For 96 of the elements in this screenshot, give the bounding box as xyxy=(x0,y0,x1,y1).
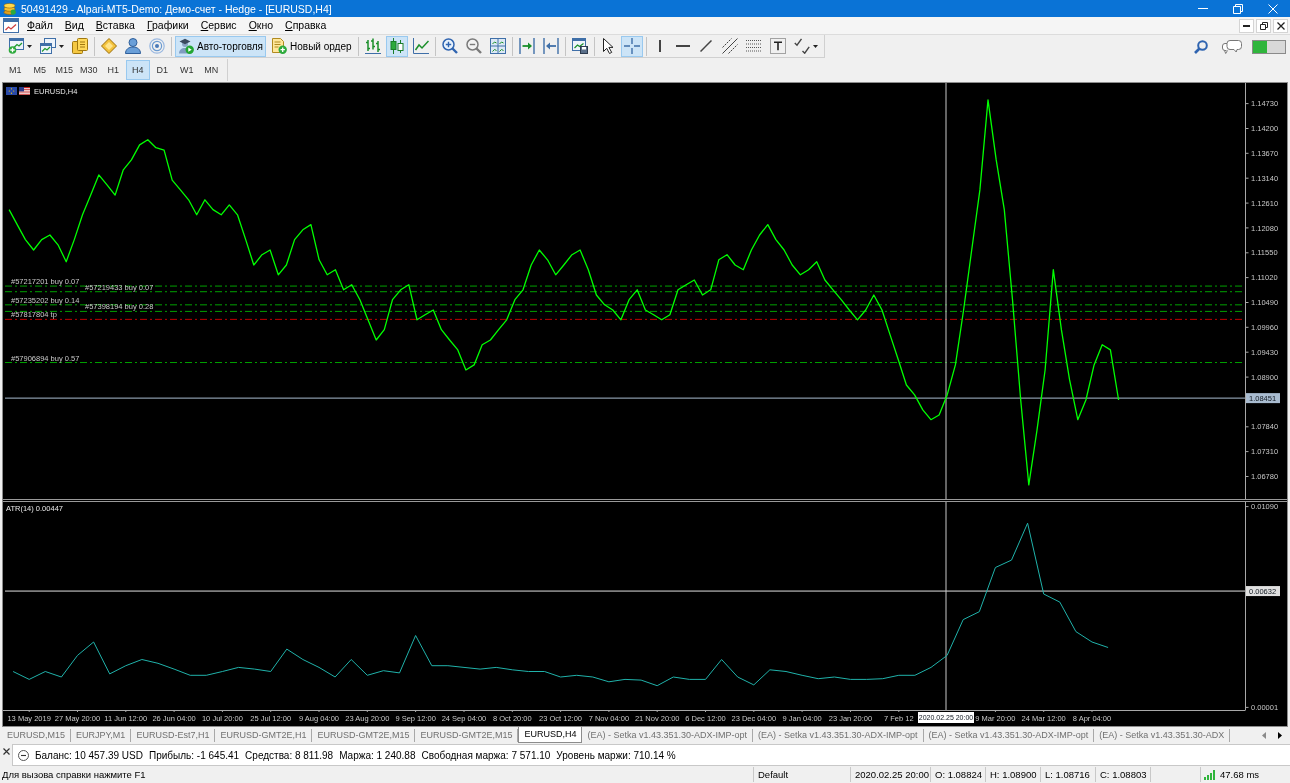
panel-close-icon xyxy=(2,748,10,755)
auto-trading-button[interactable]: Авто-торговля xyxy=(175,35,267,57)
toolbar-button[interactable] xyxy=(122,35,144,57)
profiles-icon xyxy=(40,38,56,54)
chart-tab[interactable]: EURUSD-GMT2E,M15 xyxy=(312,729,416,742)
status-text: Для вызова справки нажмите F1 xyxy=(1,769,147,780)
timeframe-button[interactable]: M5 xyxy=(27,59,52,80)
bar-chart-icon xyxy=(364,38,381,54)
speech-bubbles-icon xyxy=(1222,39,1242,54)
template-icon xyxy=(571,38,588,54)
menu-item[interactable]: Сервис xyxy=(194,18,243,33)
status-text: C: 1.08803 xyxy=(1095,767,1150,782)
candlestick-button[interactable] xyxy=(385,35,408,57)
scroll-right-icon xyxy=(1278,732,1282,739)
horizontal-line-icon xyxy=(676,45,691,47)
candlestick-icon xyxy=(388,38,405,54)
caret-icon xyxy=(812,44,818,48)
timeframe-button[interactable]: H4 xyxy=(125,59,150,80)
menu-item[interactable]: Графики xyxy=(140,18,195,33)
search-icon xyxy=(1193,39,1208,54)
crosshair-icon xyxy=(623,38,640,54)
account-value: Баланс: 10 457.39 USD xyxy=(35,749,143,761)
scroll-left-icon xyxy=(1262,732,1266,739)
zoom-out-icon xyxy=(465,38,482,54)
status-text: O: 1.08824 xyxy=(930,767,985,782)
caret-icon xyxy=(59,44,64,48)
close-button[interactable] xyxy=(1,747,11,756)
parallel-lines-icon xyxy=(721,38,738,54)
timeframe-button[interactable]: M1 xyxy=(3,59,28,80)
account-value: Прибыль: -1 645.41 xyxy=(149,749,240,761)
restore-icon xyxy=(1232,3,1243,14)
chart-tab[interactable]: (EA) - Setka v1.43.351.30-ADX xyxy=(1094,729,1231,742)
chart-tab[interactable]: (EA) - Setka v1.43.351.30-ADX-IMP-opt xyxy=(753,729,924,742)
minimize-icon xyxy=(1197,8,1208,9)
chart-tab[interactable]: (EA) - Setka v1.43.351.30-ADX-IMP-opt xyxy=(582,729,754,742)
menu-item[interactable]: Вставка xyxy=(89,18,141,33)
document-plus-icon xyxy=(271,38,288,54)
menu-item[interactable]: Справка xyxy=(279,18,333,33)
radio-waves-icon xyxy=(149,38,165,54)
status-text: 2020.02.25 20:00 xyxy=(850,767,930,782)
vertical-line-icon xyxy=(659,40,662,52)
minimize-button[interactable] xyxy=(1239,18,1254,33)
check-marks-icon xyxy=(793,38,810,54)
menu-item[interactable]: Вид xyxy=(58,18,90,33)
restore-button[interactable] xyxy=(1256,18,1271,33)
chart-tab[interactable]: EURUSD,H4 xyxy=(518,727,583,743)
chart-tab[interactable]: EURUSD-Est7,H1 xyxy=(131,729,216,742)
timeframe-button[interactable]: W1 xyxy=(174,59,199,80)
mdi-restore-icon xyxy=(1259,21,1268,30)
cursor-icon xyxy=(602,38,614,54)
scroll-end-icon xyxy=(518,38,535,54)
account-value: Свободная маржа: 7 571.10 xyxy=(421,749,551,761)
status-text: Default xyxy=(753,767,850,782)
menu-item[interactable]: Файл xyxy=(21,18,59,33)
zoom-in-icon xyxy=(441,38,458,54)
profiles-button[interactable] xyxy=(37,35,67,57)
person-icon xyxy=(125,38,141,54)
toolbar-button[interactable] xyxy=(146,35,168,57)
account-value: Средства: 8 811.98 xyxy=(245,749,334,761)
timeframe-button[interactable]: D1 xyxy=(150,59,175,80)
caret-icon xyxy=(27,44,32,48)
level-bar-icon xyxy=(1252,39,1286,54)
tile-windows-icon xyxy=(489,38,506,54)
new-chart-icon xyxy=(8,38,24,54)
account-value: Уровень маржи: 710.14 % xyxy=(556,749,676,761)
dotted-lines-icon xyxy=(745,40,762,52)
line-chart-icon xyxy=(412,38,429,54)
chart-tab[interactable]: EURJPY,M1 xyxy=(71,729,132,742)
text-box-icon xyxy=(769,38,786,54)
ping-text: 47.68 ms xyxy=(1220,769,1260,780)
coins-icon xyxy=(3,2,16,15)
timeframe-button[interactable]: H1 xyxy=(101,59,126,80)
window-title: 50491429 - Alpari-MT5-Demo: Демо-счет - Hedge - [EURUSD,H4] xyxy=(21,2,332,15)
flag-icon xyxy=(6,87,31,95)
status-text: L: 1.08716 xyxy=(1040,767,1095,782)
diamond-icon xyxy=(101,38,117,54)
timeframe-button[interactable]: M30 xyxy=(76,59,101,80)
shift-left-icon xyxy=(542,38,559,54)
chart-tab[interactable]: EURUSD-GMT2E,H1 xyxy=(215,729,313,742)
collapse-icon xyxy=(18,749,29,761)
new-order-button[interactable]: Новый ордер xyxy=(268,35,355,57)
timeframe-button[interactable]: MN xyxy=(199,59,224,80)
chart-tab[interactable]: EURUSD,M15 xyxy=(2,729,71,742)
mdi-minimize-icon xyxy=(1243,24,1250,27)
account-value: Маржа: 1 240.88 xyxy=(339,749,416,761)
mdi-close-icon xyxy=(1276,21,1285,30)
toolbar-button[interactable] xyxy=(69,35,91,57)
close-icon xyxy=(1267,3,1278,14)
trend-line-icon xyxy=(700,40,713,52)
signal-bars-icon xyxy=(1204,769,1216,780)
chart-tab[interactable]: (EA) - Setka v1.43.351.30-ADX-IMP-opt xyxy=(923,729,1095,742)
timeframe-button[interactable]: M15 xyxy=(52,59,77,80)
stacked-cards-icon xyxy=(72,38,88,54)
graduate-play-icon xyxy=(178,38,194,54)
status-text: H: 1.08900 xyxy=(985,767,1040,782)
menu-item[interactable]: Окно xyxy=(242,18,280,33)
